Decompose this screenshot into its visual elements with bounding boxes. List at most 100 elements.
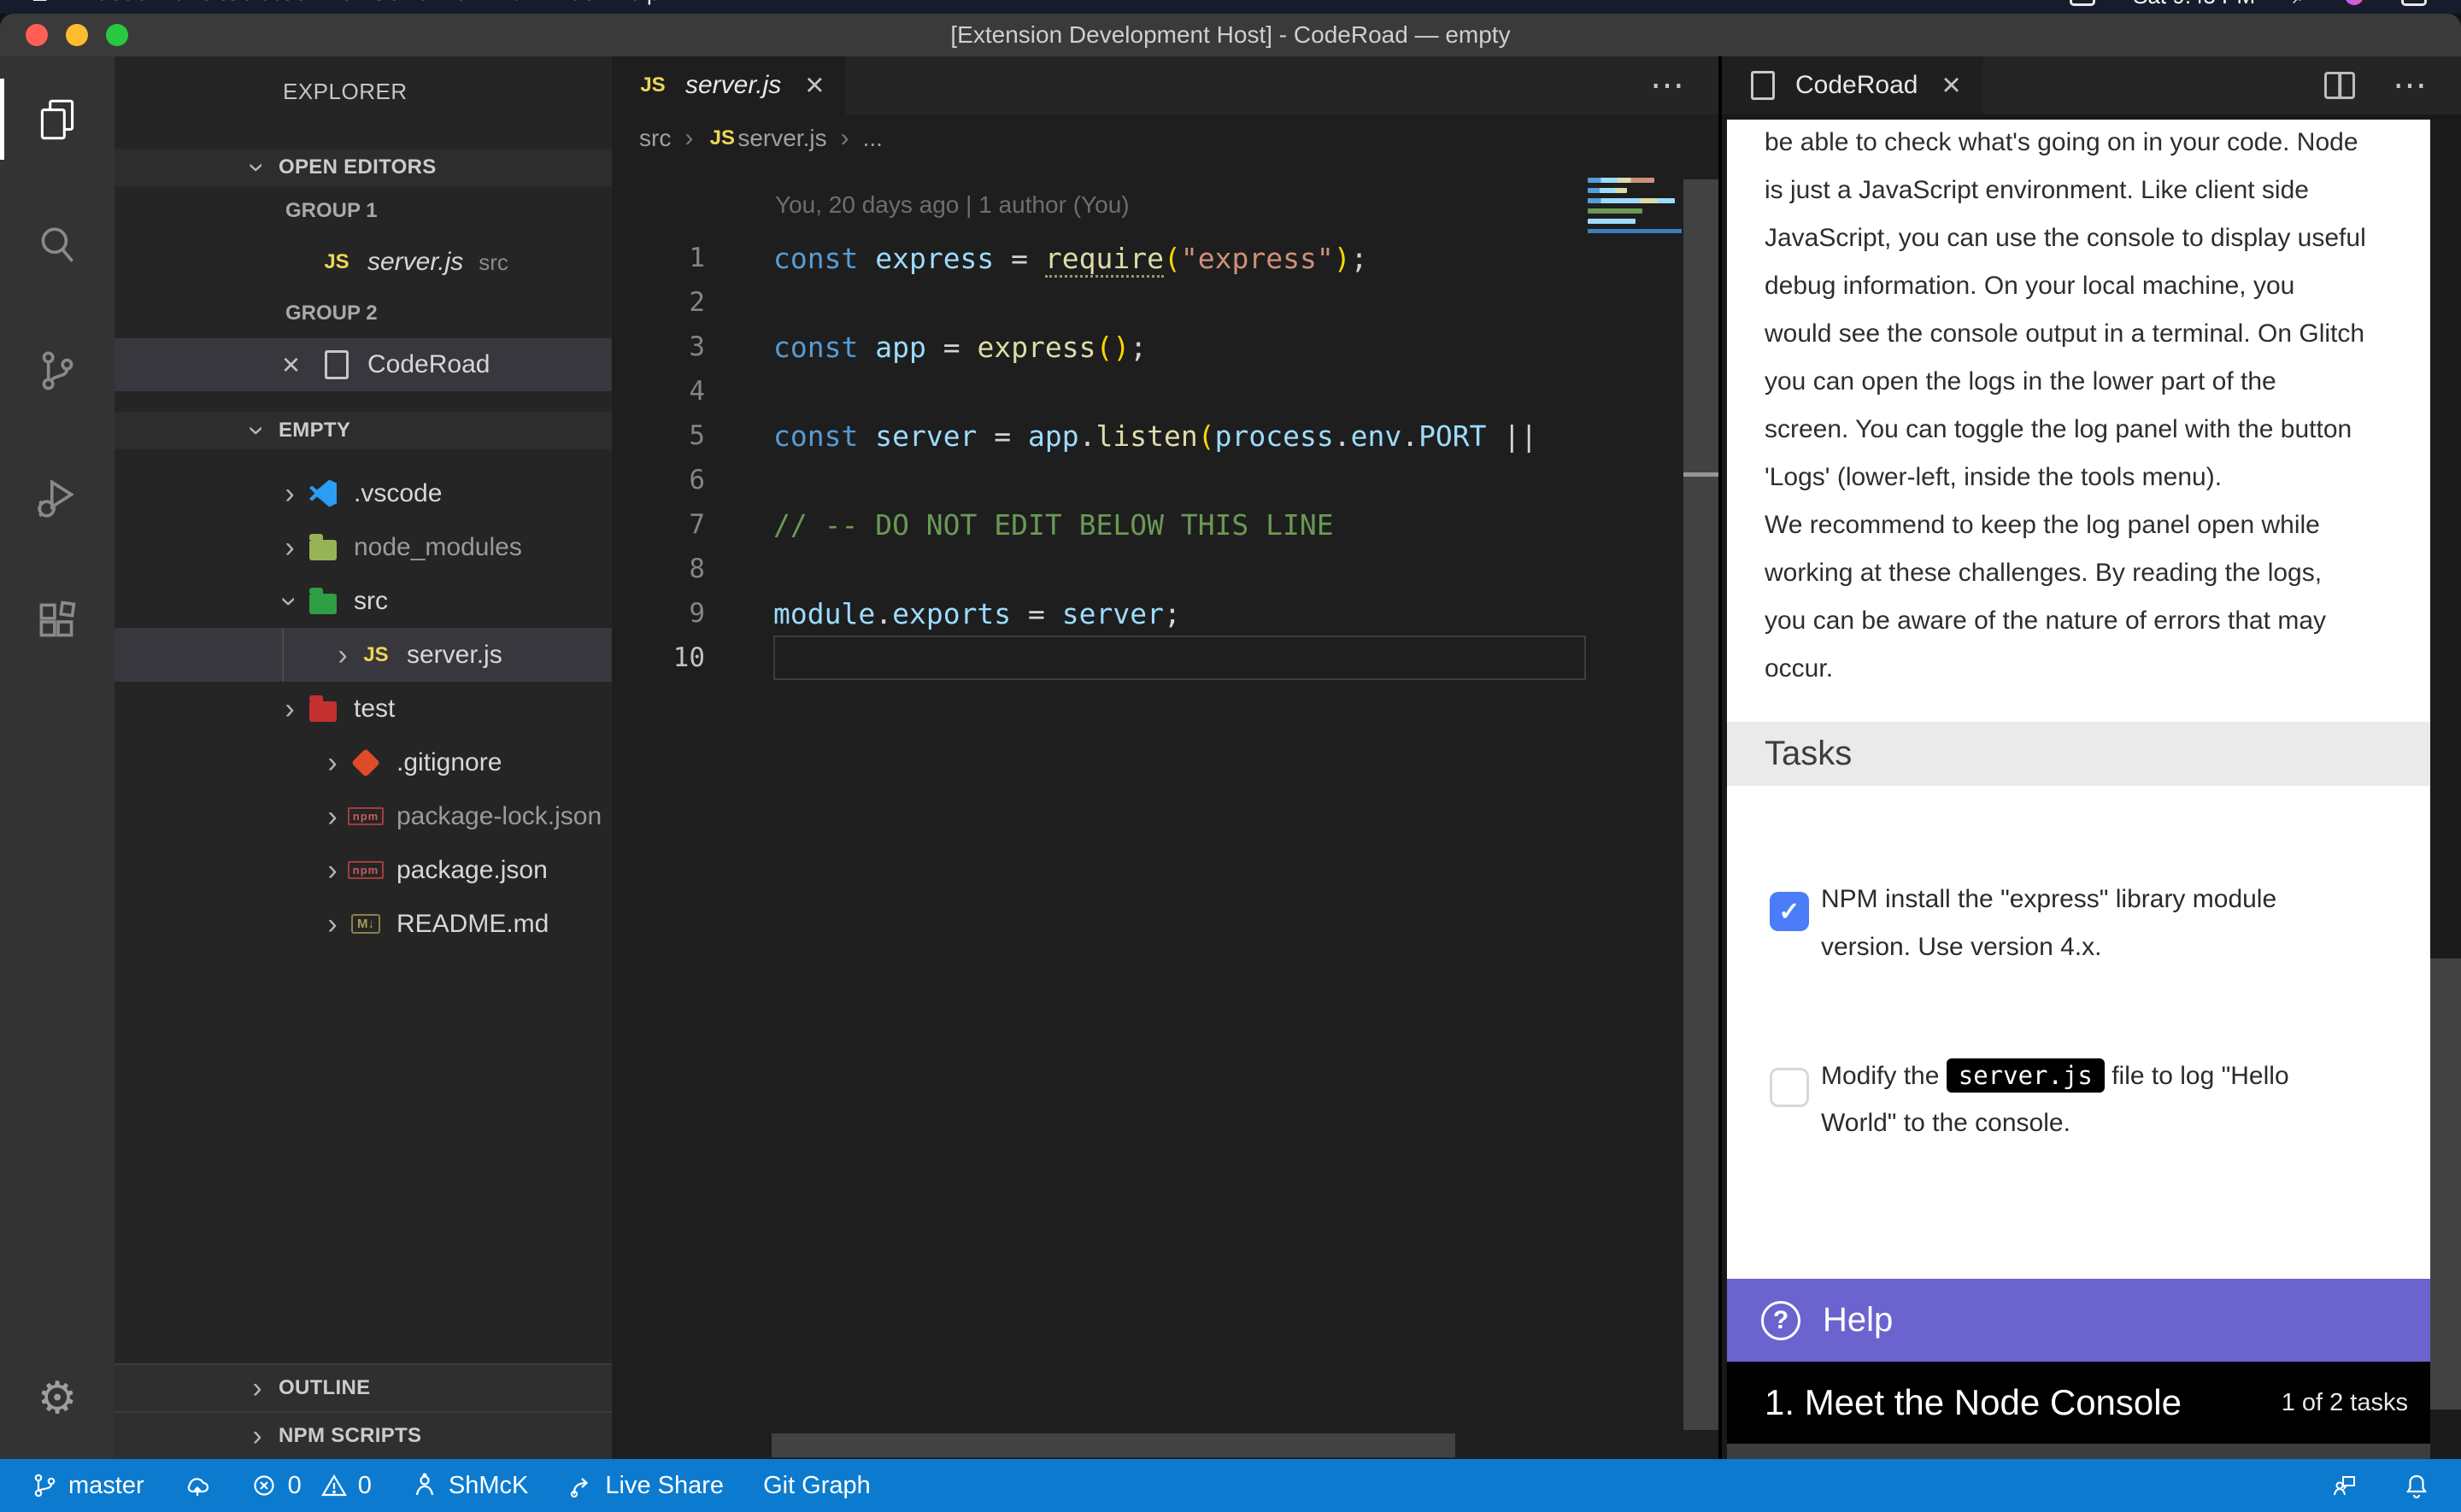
collapsed-section-header[interactable]: NPM SCRIPTS [115,1411,612,1459]
person-icon [411,1472,438,1499]
code-token: server [875,419,994,453]
lesson-footer[interactable]: 1. Meet the Node Console 1 of 2 tasks [1727,1362,2430,1444]
explorer-activity-button[interactable] [0,56,115,182]
breadcrumb-folder[interactable]: src [639,125,671,152]
open-editors-list: GROUP 1 × server.js src GROUP 2 × CodeRo… [115,186,612,391]
sidebar-bottom-sections: OUTLINE NPM SCRIPTS [115,1363,612,1459]
minimap[interactable] [1588,178,1682,233]
tree-item[interactable]: node_modules [115,520,612,574]
file-name: .gitignore [396,748,502,777]
code-token: const [773,331,875,364]
menubar-item[interactable]: File [149,0,186,5]
open-editors-header[interactable]: OPEN EDITORS [115,149,612,186]
scrollbar-thumb[interactable] [2430,958,2461,1409]
menubar-item[interactable]: View [320,0,370,5]
lesson-text-line: would see the console output in a termin… [1765,319,2417,367]
notifications-button[interactable] [2403,1472,2430,1499]
more-actions-icon[interactable] [1650,66,1684,105]
tree-item[interactable]: package.json [115,843,612,897]
run-debug-activity-button[interactable] [0,433,115,559]
collapsed-section-header[interactable]: OUTLINE [115,1363,612,1411]
live-share-button[interactable]: Live Share [567,1472,724,1500]
source-control-activity-button[interactable] [0,308,115,433]
close-icon[interactable]: × [1941,67,1960,104]
tree-chevron-icon [275,694,304,724]
code-token: = [994,419,1028,453]
code-token: = [1028,597,1062,630]
code-line: 9 module.exports = server; [612,591,1718,636]
tree-item[interactable]: package-lock.json [115,789,612,843]
menubar-item[interactable]: Run [401,0,443,5]
code-token: . [1334,419,1351,453]
code-token: ( [1164,242,1181,275]
bell-icon [2403,1472,2430,1499]
file-type-icon [347,800,385,834]
tree-item[interactable]: .gitignore [115,735,612,789]
code-editor[interactable]: You, 20 days ago | 1 author (You) 1 cons… [612,162,1718,1459]
task-text-segment: World" to the console. [1821,1109,2070,1137]
breadcrumb-file[interactable]: server.js [737,125,826,152]
account-indicator[interactable]: ShMcK [411,1472,528,1500]
editor-group-label: GROUP 2 [115,289,612,338]
lesson-page: be able to check what's going on in your… [1727,120,2430,1459]
menubar-item[interactable]: Window [530,0,612,5]
menubar-item[interactable]: Terminal [443,0,530,5]
tree-item[interactable]: server.js [115,628,612,682]
problems-indicator[interactable]: 0 0 [250,1472,372,1500]
editor-horizontal-scrollbar[interactable] [772,1433,1455,1457]
split-editor-icon[interactable] [2324,72,2355,99]
tree-item[interactable]: src [115,574,612,628]
menubar-item[interactable]: Help [612,0,660,5]
menubar-item[interactable]: Selection [226,0,320,5]
git-graph-button[interactable]: Git Graph [763,1472,871,1500]
editor-vertical-scrollbar[interactable] [1683,179,1718,1430]
publish-changes-button[interactable] [184,1472,211,1499]
spotlight-search-icon[interactable]: ⌕ [2293,0,2307,10]
menubar-item[interactable]: Code [93,0,149,5]
extensions-activity-button[interactable] [0,559,115,684]
breadcrumb-symbol[interactable]: ... [863,125,883,152]
code-token: const [773,242,875,275]
open-editor-item[interactable]: × server.js src [115,236,612,289]
more-actions-icon[interactable] [2393,66,2427,105]
settings-gear-icon[interactable]: ⚙ [38,1360,78,1437]
code-token: ( [1198,419,1215,453]
siri-icon[interactable] [2345,0,2364,5]
open-editor-item[interactable]: × CodeRoad [115,338,612,391]
tree-item[interactable]: README.md [115,897,612,951]
menubar-item[interactable]: Go [370,0,401,5]
tree-item[interactable]: .vscode [115,466,612,520]
task-text-line: version. Use version 4.x. [1821,933,2276,981]
code-line: 1 const express = require("express"); [612,236,1718,280]
tree-item[interactable]: test [115,682,612,735]
task-checkbox[interactable] [1770,892,1809,931]
apple-icon[interactable]:  [31,0,49,7]
help-button[interactable]: ? Help [1727,1279,2430,1362]
lesson-text: be able to check what's going on in your… [1765,128,2417,702]
git-branch-indicator[interactable]: master [31,1472,144,1500]
gitlens-blame-annotation[interactable]: You, 20 days ago | 1 author (You) [775,191,1718,236]
search-activity-button[interactable] [0,182,115,308]
close-icon[interactable]: × [805,67,824,104]
workspace-name: EMPTY [279,419,350,442]
file-type-icon [357,638,395,672]
task-checkbox[interactable] [1770,1068,1809,1107]
webview-scrollbar[interactable] [2430,120,2461,1459]
branch-icon [31,1472,58,1499]
lesson-text-line: 'Logs' (lower-left, inside the tools men… [1765,463,2417,511]
control-center-icon[interactable] [2401,0,2427,6]
tab-server-js[interactable]: server.js × [612,56,846,114]
close-icon[interactable]: × [282,347,316,383]
code-line: 3 const app = express(); [612,325,1718,369]
tab-coderoad[interactable]: CodeRoad × [1722,56,1983,114]
tree-chevron-icon [328,641,357,670]
code-token: exports [892,597,1028,630]
lesson-text-line: We recommend to keep the log panel open … [1765,511,2417,559]
feedback-button[interactable] [2331,1472,2358,1499]
lesson-text-line: screen. You can toggle the log panel wit… [1765,415,2417,463]
chevron-right-icon [243,1374,272,1403]
menubar-clock[interactable]: Sat 9:45 PM [2133,0,2255,9]
menubar-item[interactable]: Edit [185,0,226,5]
workspace-section-header[interactable]: EMPTY [115,412,612,449]
code-line: 4 [612,369,1718,413]
